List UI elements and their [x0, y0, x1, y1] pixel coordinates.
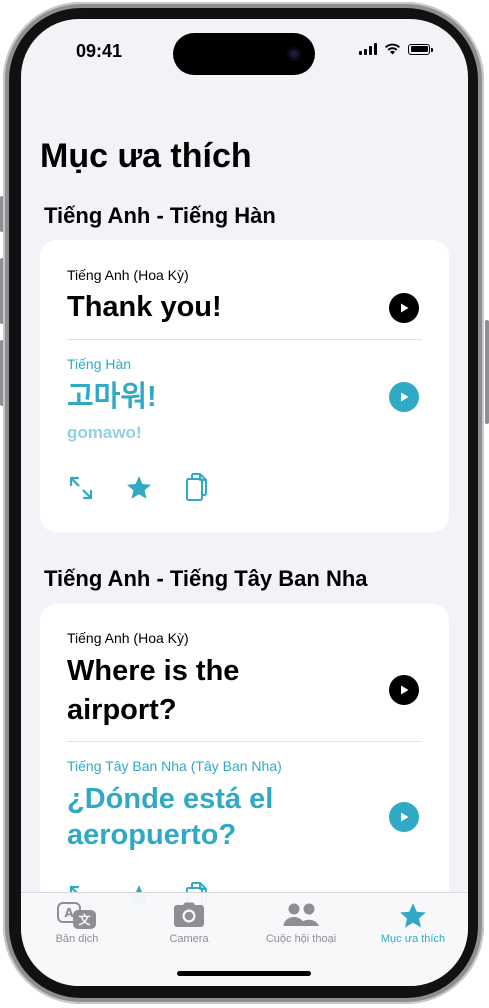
front-camera [287, 47, 301, 61]
play-target-button[interactable] [389, 802, 419, 832]
page-title: Mục ưa thích [40, 137, 252, 175]
source-language: Tiếng Anh (Hoa Kỳ) [67, 267, 189, 283]
section-title-en-es: Tiếng Anh - Tiếng Tây Ban Nha [44, 566, 368, 591]
tab-conversation[interactable]: Cuộc hội thoại [245, 893, 357, 953]
play-icon [401, 812, 409, 822]
target-text: 고마워! [67, 381, 157, 413]
tab-label: Camera [169, 933, 209, 945]
fullscreen-button[interactable] [66, 473, 96, 503]
translate-icon: A 文 [57, 902, 96, 929]
status-time: 09:41 [76, 41, 123, 61]
romanization-text: gomawo! [67, 423, 142, 442]
tab-translation[interactable]: A 文 Bản dịch [21, 893, 133, 953]
copy-button[interactable] [182, 472, 212, 502]
play-icon [401, 392, 409, 402]
svg-text:文: 文 [78, 912, 91, 927]
target-text-line-1: ¿Dónde está el [67, 783, 274, 815]
source-text: Thank you! [67, 291, 222, 323]
play-icon [401, 303, 409, 313]
people-icon [283, 903, 319, 926]
star-filled-icon [126, 476, 152, 499]
expand-icon [69, 476, 93, 500]
play-source-button[interactable] [389, 293, 419, 323]
tab-label: Bản dịch [55, 933, 99, 945]
source-text-line-1: Where is the [67, 655, 240, 687]
target-text-line-2: aeropuerto? [67, 819, 237, 851]
wifi-icon [385, 43, 400, 55]
tab-label: Mục ưa thích [380, 933, 446, 945]
star-icon [400, 903, 426, 928]
play-icon [401, 685, 409, 695]
play-source-button[interactable] [389, 675, 419, 705]
favorite-card-en-ko[interactable]: Tiếng Anh (Hoa Kỳ) Thank you! Tiếng Hàn … [40, 240, 449, 532]
svg-text:A: A [64, 906, 74, 920]
favorite-button[interactable] [124, 473, 154, 503]
divider [67, 339, 422, 340]
home-indicator[interactable] [177, 971, 311, 976]
tab-camera[interactable]: Camera [133, 893, 245, 953]
dynamic-island [173, 33, 315, 75]
source-text-line-2: airport? [67, 694, 177, 726]
screen: 09:41 Mục ưa thích Tiếng Anh - Tiếng Hàn… [21, 19, 468, 986]
tab-label: Cuộc hội thoại [265, 933, 337, 945]
camera-icon [174, 902, 204, 927]
copy-icon [186, 473, 207, 501]
favorite-card-en-es[interactable]: Tiếng Anh (Hoa Kỳ) Where is the airport?… [40, 604, 449, 924]
battery-icon [408, 43, 433, 55]
cellular-signal-icon [359, 43, 377, 55]
power-button[interactable] [485, 320, 489, 424]
target-language: Tiếng Hàn [67, 356, 132, 372]
play-target-button[interactable] [389, 382, 419, 412]
section-title-en-ko: Tiếng Anh - Tiếng Hàn [44, 203, 276, 228]
divider [67, 741, 422, 742]
source-language: Tiếng Anh (Hoa Kỳ) [67, 630, 189, 646]
tab-favorites[interactable]: Mục ưa thích [357, 893, 468, 953]
status-icons [359, 43, 433, 55]
target-language: Tiếng Tây Ban Nha (Tây Ban Nha) [67, 758, 282, 774]
